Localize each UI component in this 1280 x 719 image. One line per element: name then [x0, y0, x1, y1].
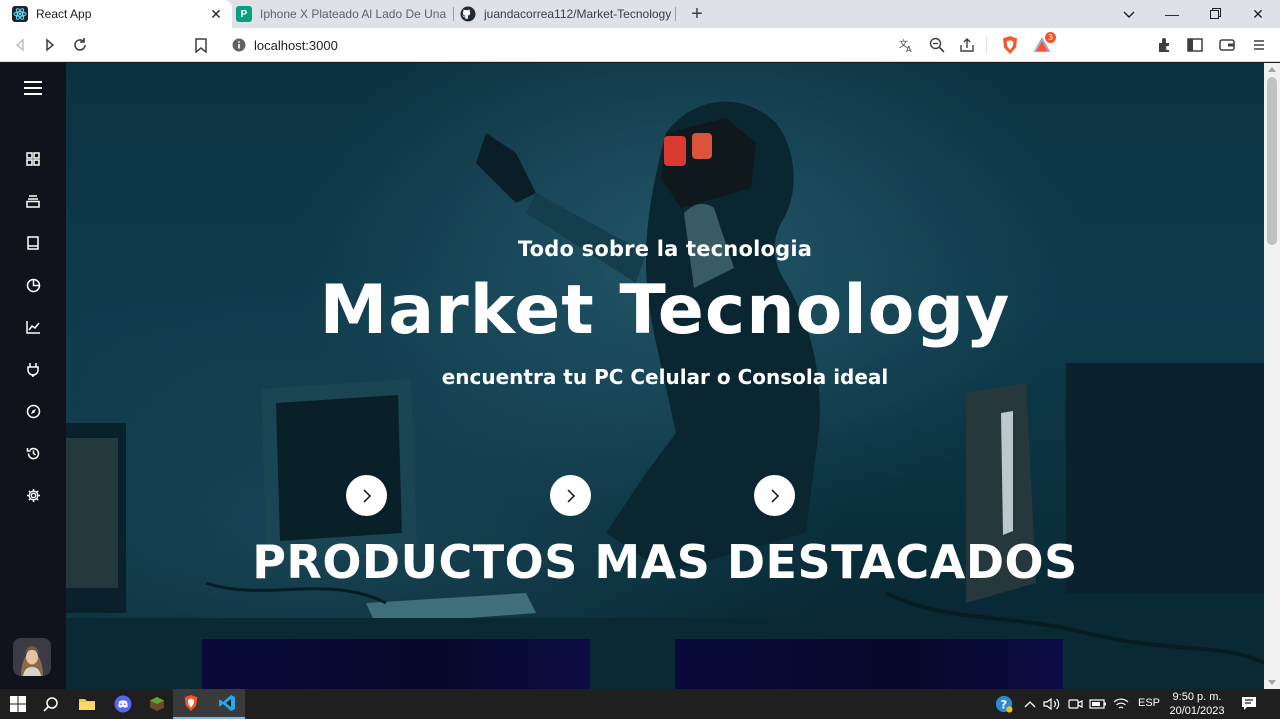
brave-rewards-icon[interactable]: 3 [1030, 32, 1056, 57]
brave-taskbar-icon[interactable] [173, 689, 209, 719]
toolbar-divider [986, 37, 987, 53]
page-scrollbar[interactable] [1264, 63, 1280, 689]
hero-banner: Todo sobre la tecnologia Market Tecnolog… [66, 63, 1264, 689]
avatar[interactable] [13, 638, 51, 676]
address-url[interactable]: localhost:3000 [254, 38, 338, 53]
back-button[interactable] [8, 33, 32, 57]
search-icon[interactable] [33, 689, 69, 719]
line-chart-icon[interactable] [21, 315, 45, 339]
zoom-icon[interactable] [925, 33, 949, 57]
translate-icon[interactable]: 文A [894, 33, 918, 57]
tab-react-app[interactable]: React App ✕ [0, 0, 232, 28]
forward-button[interactable] [38, 33, 62, 57]
extensions-icon[interactable] [1153, 33, 1177, 57]
stack-icon[interactable] [21, 189, 45, 213]
hero-subtitle: encuentra tu PC Celular o Consola ideal [441, 365, 889, 389]
pie-chart-icon[interactable] [21, 273, 45, 297]
tab-iphone[interactable]: P Iphone X Plateado Al Lado De Una Pla [232, 0, 452, 28]
compass-icon[interactable] [21, 399, 45, 423]
scroll-down-icon[interactable] [1268, 680, 1276, 685]
language-indicator[interactable]: ESP [1138, 697, 1160, 709]
brave-shields-icon[interactable] [998, 33, 1022, 57]
close-window-button[interactable]: ✕ [1236, 0, 1280, 28]
tab-separator [675, 7, 676, 21]
battery-icon[interactable] [1089, 695, 1107, 713]
windows-start-icon[interactable] [0, 689, 36, 719]
clock-date: 20/01/2023 [1169, 705, 1225, 717]
scroll-up-icon[interactable] [1268, 67, 1276, 72]
section-title: PRODUCTOS MAS DESTACADOS [252, 535, 1078, 589]
hero-title: Market Tecnology [319, 271, 1011, 350]
product-card[interactable] [202, 639, 590, 689]
clock-time: 9:50 p. m. [1172, 691, 1222, 703]
new-tab-button[interactable]: + [686, 4, 708, 24]
discord-icon[interactable] [105, 689, 141, 719]
minimize-button[interactable]: — [1150, 0, 1194, 28]
tab-search-icon[interactable] [1107, 0, 1151, 28]
minecraft-icon[interactable] [139, 689, 175, 719]
settings-icon[interactable] [21, 483, 45, 507]
pexels-icon: P [236, 6, 252, 22]
file-explorer-icon[interactable] [69, 689, 105, 719]
github-icon [460, 6, 476, 22]
history-icon[interactable] [21, 441, 45, 465]
tab-title: juandacorrea112/Market-Tecnology [484, 7, 672, 21]
share-icon[interactable] [955, 33, 979, 57]
reload-button[interactable] [68, 33, 92, 57]
vscode-icon[interactable] [209, 689, 245, 719]
windows-taskbar: ? ESP 9:50 p. m. 20/01/2023 [0, 689, 1280, 719]
rewards-badge: 3 [1045, 32, 1056, 43]
browser-tab-strip: React App ✕ P Iphone X Plateado Al Lado … [0, 0, 1280, 28]
volume-icon[interactable] [1043, 695, 1061, 713]
restore-button[interactable] [1193, 0, 1237, 28]
hero-kicker: Todo sobre la tecnologia [517, 237, 813, 261]
tab-github[interactable]: juandacorrea112/Market-Tecnology [456, 0, 676, 28]
chevron-up-icon[interactable] [1021, 695, 1039, 713]
menu-icon[interactable] [21, 76, 45, 100]
tab-title: Iphone X Plateado Al Lado De Una Pla [260, 7, 450, 21]
app-sidebar [0, 63, 66, 689]
wifi-icon[interactable] [1112, 695, 1130, 713]
tab-title: React App [36, 7, 92, 21]
carousel-next-button[interactable] [550, 475, 591, 516]
wallet-icon[interactable] [1215, 33, 1239, 57]
plug-icon[interactable] [21, 357, 45, 381]
address-bar[interactable]: localhost:3000 文A 3 [222, 31, 1058, 59]
meet-now-icon[interactable] [1066, 695, 1084, 713]
svg-text:A: A [906, 45, 912, 53]
book-icon[interactable] [21, 231, 45, 255]
taskbar-clock[interactable]: 9:50 p. m. 20/01/2023 [1166, 690, 1228, 718]
carousel-next-button[interactable] [346, 475, 387, 516]
help-icon[interactable]: ? [995, 695, 1013, 713]
tab-separator [453, 7, 454, 21]
browser-toolbar: localhost:3000 文A 3 [0, 28, 1280, 62]
dashboard-icon[interactable] [21, 147, 45, 171]
product-card[interactable] [675, 639, 1063, 689]
browser-menu-icon[interactable] [1247, 33, 1271, 57]
close-tab-icon[interactable]: ✕ [208, 6, 224, 22]
site-info-icon[interactable] [232, 38, 246, 52]
scrollbar-thumb[interactable] [1267, 77, 1277, 245]
sidebar-toggle-icon[interactable] [1183, 33, 1207, 57]
react-icon [12, 6, 28, 22]
carousel-next-button[interactable] [754, 475, 795, 516]
bookmark-icon[interactable] [189, 33, 213, 57]
notifications-icon[interactable] [1240, 695, 1258, 713]
